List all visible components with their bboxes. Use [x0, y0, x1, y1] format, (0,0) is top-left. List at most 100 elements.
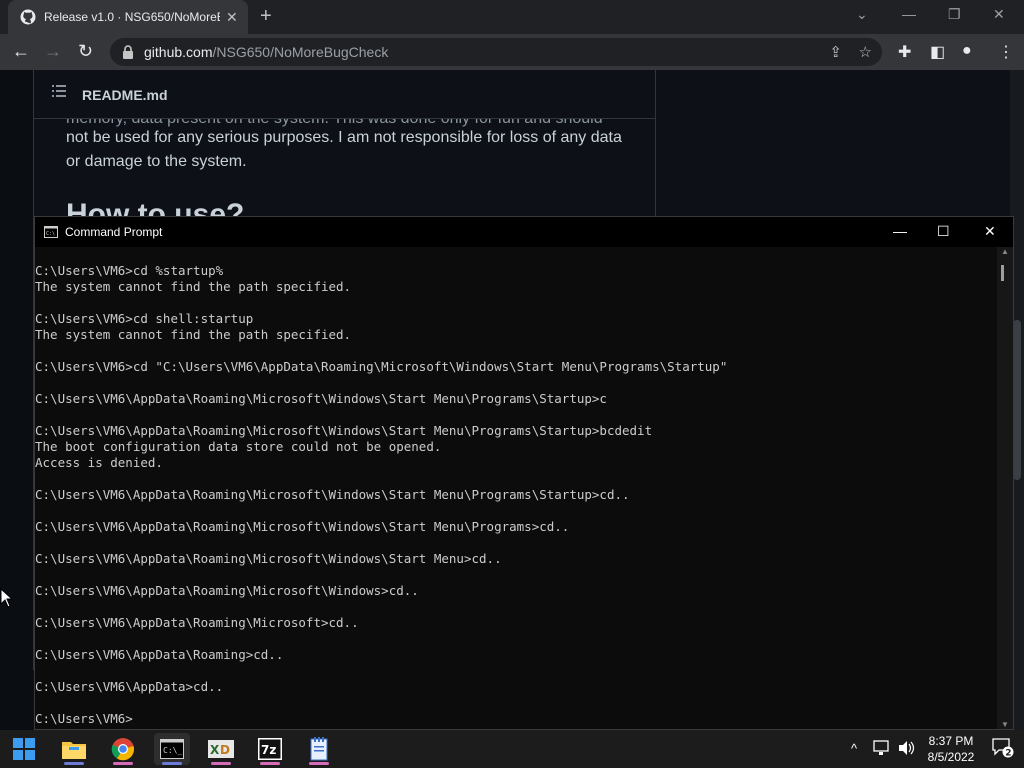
svg-text:C:\_: C:\_ — [163, 746, 182, 755]
taskbar-chrome[interactable] — [105, 733, 141, 765]
page-scrollbar-thumb[interactable] — [1013, 320, 1021, 480]
share-icon[interactable]: ⇪ — [829, 43, 842, 61]
scroll-down-arrow-icon[interactable]: ▼ — [1001, 720, 1009, 729]
minimize-window-button[interactable]: — — [902, 6, 916, 22]
svg-text:7z: 7z — [261, 743, 276, 757]
console-line: C:\Users\VM6>cd shell:startup — [35, 311, 254, 326]
cmd-close-button[interactable]: ✕ — [984, 223, 996, 240]
taskbar-command-prompt[interactable]: C:\_ — [154, 733, 190, 765]
console-output[interactable]: C:\Users\VM6>cd %startup% The system cann… — [35, 263, 997, 729]
clock-date: 8/5/2022 — [927, 750, 975, 764]
close-window-button[interactable]: ✕ — [993, 6, 1005, 23]
tab-search-icon[interactable]: ⌄ — [856, 6, 868, 23]
cmd-scrollbar[interactable]: ▲ ▼ — [997, 247, 1013, 729]
network-icon[interactable] — [873, 740, 891, 756]
7zip-icon: 7z — [258, 738, 282, 760]
command-prompt-icon: C:\_ — [160, 739, 184, 759]
running-indicator — [113, 762, 133, 765]
console-line: C:\Users\VM6\AppData\Roaming\Microsoft\W… — [35, 551, 502, 566]
notification-center-button[interactable]: 2 — [992, 738, 1014, 759]
cmd-maximize-button[interactable]: ☐ — [937, 223, 950, 240]
console-line: Access is denied. — [35, 455, 163, 470]
console-line: C:\Users\VM6\AppData\Roaming\Microsoft\W… — [35, 391, 607, 406]
restore-window-button[interactable]: ❐ — [948, 6, 961, 23]
cmd-minimize-button[interactable]: — — [893, 223, 907, 239]
command-prompt-window: C:\ Command Prompt — ☐ ✕ C:\Users\VM6>cd… — [34, 216, 1014, 730]
browser-tab[interactable]: Release v1.0 · NSG650/NoMoreBugCheck ✕ — [8, 0, 248, 34]
tab-title: Release v1.0 · NSG650/NoMoreBugCheck — [44, 10, 220, 24]
new-tab-button[interactable]: + — [260, 6, 272, 26]
url-text: github.com/NSG650/NoMoreBugCheck — [144, 44, 389, 60]
console-line: The boot configuration data store could … — [35, 439, 442, 454]
forward-arrow-icon[interactable]: → — [44, 42, 62, 60]
tray-overflow-chevron-icon[interactable]: ^ — [851, 741, 857, 756]
svg-text:X: X — [210, 743, 220, 757]
readme-filename[interactable]: README.md — [82, 87, 168, 103]
console-line: C:\Users\VM6\AppData\Roaming\Microsoft\W… — [35, 487, 630, 502]
cmd-title-bar[interactable]: C:\ Command Prompt — ☐ ✕ — [35, 217, 1013, 247]
reload-icon[interactable]: ↻ — [78, 42, 93, 60]
cmd-title: Command Prompt — [65, 225, 163, 239]
svg-text:C:\: C:\ — [46, 231, 55, 237]
console-line: C:\Users\VM6\AppData\Roaming\Microsoft\W… — [35, 583, 419, 598]
clock[interactable]: 8:37 PM 8/5/2022 — [926, 733, 976, 765]
xd-app-icon: X D — [208, 740, 234, 758]
side-panel-icon[interactable]: ◧ — [930, 42, 945, 62]
console-line: C:\Users\VM6> — [35, 711, 133, 726]
console-line: C:\Users\VM6\AppData\Roaming\Microsoft>c… — [35, 615, 359, 630]
address-bar[interactable]: github.com/NSG650/NoMoreBugCheck ⇪ ☆ — [110, 38, 882, 66]
mouse-cursor-icon — [0, 588, 12, 608]
list-icon[interactable] — [52, 84, 66, 98]
running-indicator — [64, 762, 84, 765]
back-arrow-icon[interactable]: ← — [12, 42, 30, 60]
tab-close-icon[interactable]: ✕ — [226, 9, 238, 26]
chrome-icon — [111, 738, 135, 761]
running-indicator — [162, 762, 182, 765]
notepad-icon — [310, 737, 328, 761]
console-line: C:\Users\VM6\AppData>cd.. — [35, 679, 224, 694]
svg-text:D: D — [220, 743, 230, 757]
cmd-window-icon: C:\ — [44, 226, 58, 238]
browser-menu-icon[interactable]: ⋮ — [998, 42, 1014, 62]
taskbar-notepad[interactable] — [301, 733, 337, 765]
notification-icon: 2 — [992, 738, 1014, 759]
console-line: The system cannot find the path specifie… — [35, 279, 352, 294]
console-line: C:\Users\VM6>cd "C:\Users\VM6\AppData\Ro… — [35, 359, 728, 374]
running-indicator — [260, 762, 280, 765]
taskbar-7zip[interactable]: 7z — [252, 733, 288, 765]
console-line: The system cannot find the path specifie… — [35, 327, 352, 342]
bookmark-star-icon[interactable]: ☆ — [859, 43, 872, 61]
console-line: C:\Users\VM6\AppData\Roaming>cd.. — [35, 647, 284, 662]
console-line: C:\Users\VM6\AppData\Roaming\Microsoft\W… — [35, 423, 653, 438]
lock-icon — [123, 45, 133, 59]
github-icon — [20, 9, 36, 25]
console-line: C:\Users\VM6\AppData\Roaming\Microsoft\W… — [35, 519, 570, 534]
cmd-scrollbar-thumb[interactable] — [1001, 265, 1004, 281]
svg-text:2: 2 — [1005, 749, 1011, 759]
clock-time: 8:37 PM — [928, 734, 974, 748]
taskbar: C:\_ X D 7z ^ 8:37 PM 8/5/2022 2 — [0, 730, 1024, 768]
profile-avatar-icon[interactable]: ● — [962, 42, 972, 60]
readme-paragraph: not be used for any serious purposes. I … — [66, 129, 622, 170]
running-indicator — [309, 762, 329, 765]
browser-toolbar: ← → ↻ github.com/NSG650/NoMoreBugCheck ⇪… — [0, 34, 1024, 70]
start-button[interactable] — [6, 733, 42, 765]
console-line: C:\Users\VM6>cd %startup% — [35, 263, 224, 278]
taskbar-xd-app[interactable]: X D — [203, 733, 239, 765]
taskbar-file-explorer[interactable] — [56, 733, 92, 765]
browser-tab-strip: Release v1.0 · NSG650/NoMoreBugCheck ✕ +… — [0, 0, 1024, 34]
readme-header: README.md — [34, 70, 655, 119]
scroll-up-arrow-icon[interactable]: ▲ — [1001, 247, 1009, 256]
volume-icon[interactable] — [898, 740, 916, 756]
extensions-puzzle-icon[interactable]: ✚ — [898, 42, 911, 62]
